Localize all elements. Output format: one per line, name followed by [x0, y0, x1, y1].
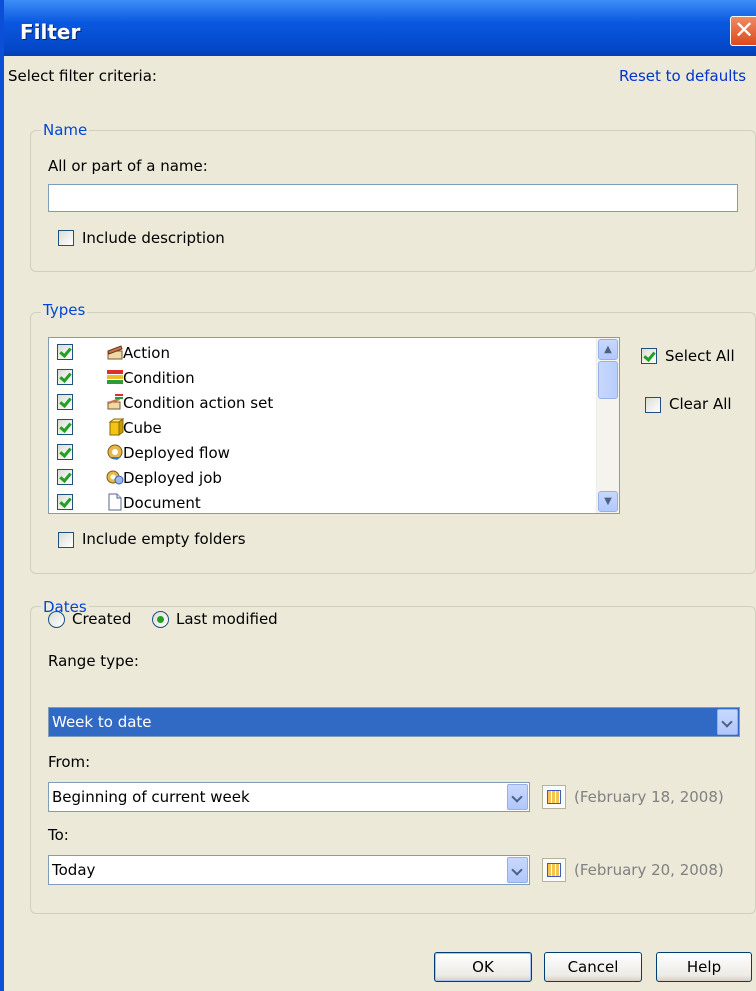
item-label: Condition	[123, 369, 195, 387]
scroll-down-button[interactable]: ▼	[598, 491, 618, 512]
item-label: Action	[123, 344, 170, 362]
to-date-hint: (February 20, 2008)	[574, 861, 724, 879]
filter-dialog: Filter ✕ Select filter criteria: Reset t…	[0, 0, 756, 991]
item-checkbox[interactable]	[57, 494, 73, 510]
document-icon	[108, 493, 122, 511]
from-calendar-button[interactable]	[542, 785, 566, 809]
item-label: Document	[123, 494, 201, 512]
select-all-label: Select All	[665, 347, 735, 365]
condition-icon	[107, 370, 123, 384]
include-description-label: Include description	[82, 229, 225, 247]
item-label: Condition action set	[123, 394, 274, 412]
help-button[interactable]: Help	[656, 952, 752, 982]
list-item[interactable]: Document	[49, 490, 599, 513]
item-checkbox[interactable]	[57, 419, 73, 435]
condition-action-set-icon	[107, 394, 123, 410]
to-value: Today	[52, 861, 96, 879]
cancel-button[interactable]: Cancel	[544, 952, 642, 982]
action-icon	[107, 345, 123, 360]
calendar-icon	[547, 863, 561, 877]
instruction-text: Select filter criteria:	[8, 67, 157, 85]
item-label: Cube	[123, 419, 162, 437]
list-item[interactable]: Deployed flow	[49, 440, 599, 465]
list-item[interactable]: Action	[49, 340, 599, 365]
item-checkbox[interactable]	[57, 369, 73, 385]
range-type-dropdown-button[interactable]	[717, 709, 738, 735]
range-type-label: Range type:	[48, 652, 139, 670]
close-button[interactable]: ✕	[730, 16, 756, 46]
item-label: Deployed flow	[123, 444, 230, 462]
clear-all-label: Clear All	[669, 395, 732, 413]
item-checkbox[interactable]	[57, 344, 73, 360]
title-bar[interactable]: Filter ✕	[4, 0, 756, 56]
last-modified-radio[interactable]	[152, 611, 169, 628]
list-item[interactable]: Condition action set	[49, 390, 599, 415]
from-value: Beginning of current week	[52, 788, 250, 806]
item-label: Deployed job	[123, 469, 222, 487]
name-group-legend: Name	[41, 121, 90, 139]
close-icon: ✕	[734, 16, 755, 44]
item-checkbox[interactable]	[57, 469, 73, 485]
list-item[interactable]: Condition	[49, 365, 599, 390]
to-dropdown-button[interactable]	[507, 857, 528, 883]
from-dropdown-button[interactable]	[507, 784, 528, 810]
types-list-scrollbar[interactable]: ▲ ▼	[596, 338, 619, 513]
include-description-checkbox[interactable]	[58, 230, 74, 246]
types-list[interactable]: Action Condition Condition action set Cu…	[48, 337, 620, 514]
clear-all-checkbox[interactable]	[645, 397, 661, 413]
from-label: From:	[48, 753, 91, 771]
scroll-up-button[interactable]: ▲	[598, 339, 618, 360]
last-modified-radio-label: Last modified	[176, 610, 278, 628]
scroll-thumb[interactable]	[598, 361, 618, 399]
select-all-checkbox[interactable]	[641, 348, 657, 364]
types-group-legend: Types	[41, 301, 88, 319]
created-radio-label: Created	[72, 610, 132, 628]
to-select[interactable]: Today	[48, 855, 530, 885]
include-empty-folders-checkbox[interactable]	[58, 532, 74, 548]
cube-icon	[108, 418, 124, 436]
name-field-label: All or part of a name:	[48, 157, 208, 175]
list-item[interactable]: Cube	[49, 415, 599, 440]
range-type-select[interactable]: Week to date	[48, 707, 740, 737]
to-label: To:	[48, 826, 69, 844]
reset-defaults-link[interactable]: Reset to defaults	[619, 67, 746, 85]
name-input[interactable]	[48, 184, 738, 212]
range-type-value: Week to date	[52, 713, 152, 731]
from-select[interactable]: Beginning of current week	[48, 782, 530, 812]
to-calendar-button[interactable]	[542, 858, 566, 882]
list-item[interactable]: Deployed job	[49, 465, 599, 490]
item-checkbox[interactable]	[57, 444, 73, 460]
item-checkbox[interactable]	[57, 394, 73, 410]
calendar-icon	[547, 790, 561, 804]
chevron-down-icon: ▼	[604, 496, 612, 507]
include-empty-folders-label: Include empty folders	[82, 530, 246, 548]
created-radio[interactable]	[48, 611, 65, 628]
ok-button[interactable]: OK	[434, 952, 532, 982]
deployed-job-icon	[106, 470, 124, 485]
window-title: Filter	[20, 20, 81, 44]
chevron-up-icon: ▲	[604, 344, 612, 355]
deployed-flow-icon	[107, 444, 123, 460]
from-date-hint: (February 18, 2008)	[574, 788, 724, 806]
